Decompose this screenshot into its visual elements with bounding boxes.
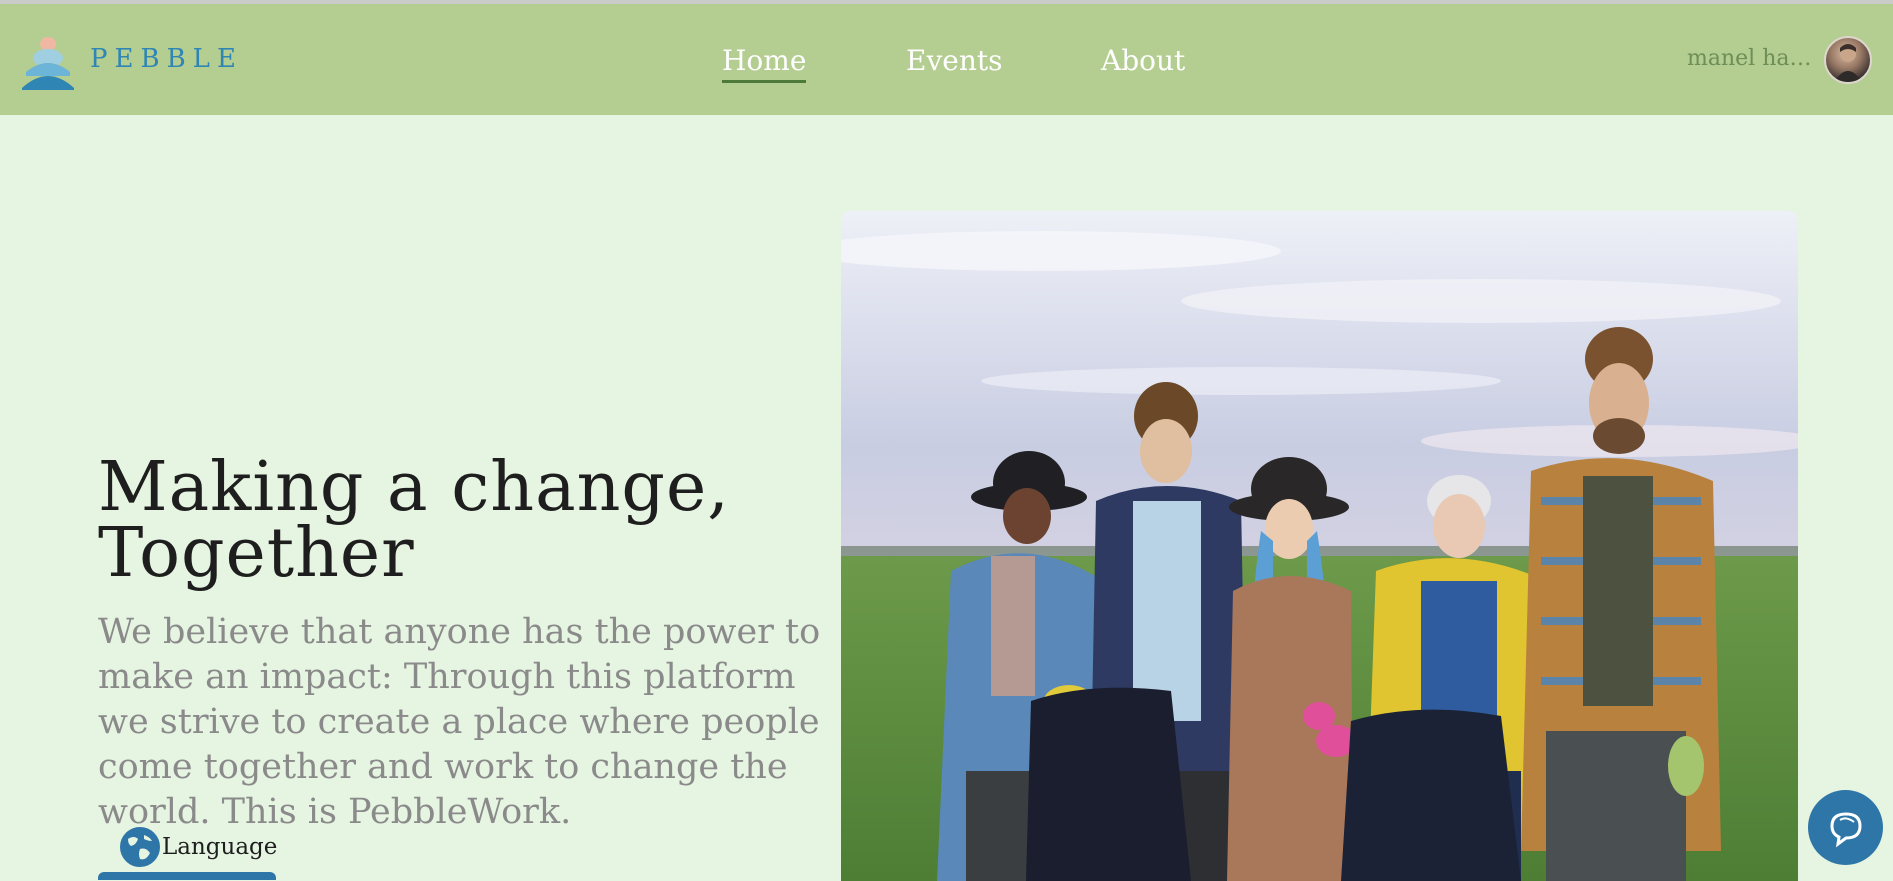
user-avatar[interactable] xyxy=(1824,36,1872,84)
hero-image-volunteers xyxy=(841,211,1798,881)
hero-description: We believe that anyone has the power to … xyxy=(98,612,821,832)
nav-item-home[interactable]: Home xyxy=(722,44,807,83)
nav-item-about[interactable]: About xyxy=(1101,44,1185,77)
avatar-photo xyxy=(1834,44,1862,82)
brand-name[interactable]: PEBBLE xyxy=(90,44,243,74)
hero-title: Making a change, Together xyxy=(98,454,818,588)
pebble-logo-icon[interactable] xyxy=(22,34,74,90)
navbar: PEBBLE Home Events About manel hadd... xyxy=(0,4,1893,115)
chat-bubbles-icon xyxy=(1829,811,1862,847)
chat-button[interactable] xyxy=(1808,790,1883,865)
language-button[interactable]: Language xyxy=(120,826,277,868)
hero-title-line-2: Together xyxy=(98,514,415,593)
nav-item-events[interactable]: Events xyxy=(906,44,1002,77)
volunteers-photo xyxy=(841,211,1798,881)
user-name[interactable]: manel hadd... xyxy=(1687,46,1817,71)
language-label: Language xyxy=(162,834,278,860)
get-started-button[interactable] xyxy=(98,872,276,880)
globe-icon xyxy=(120,827,160,867)
